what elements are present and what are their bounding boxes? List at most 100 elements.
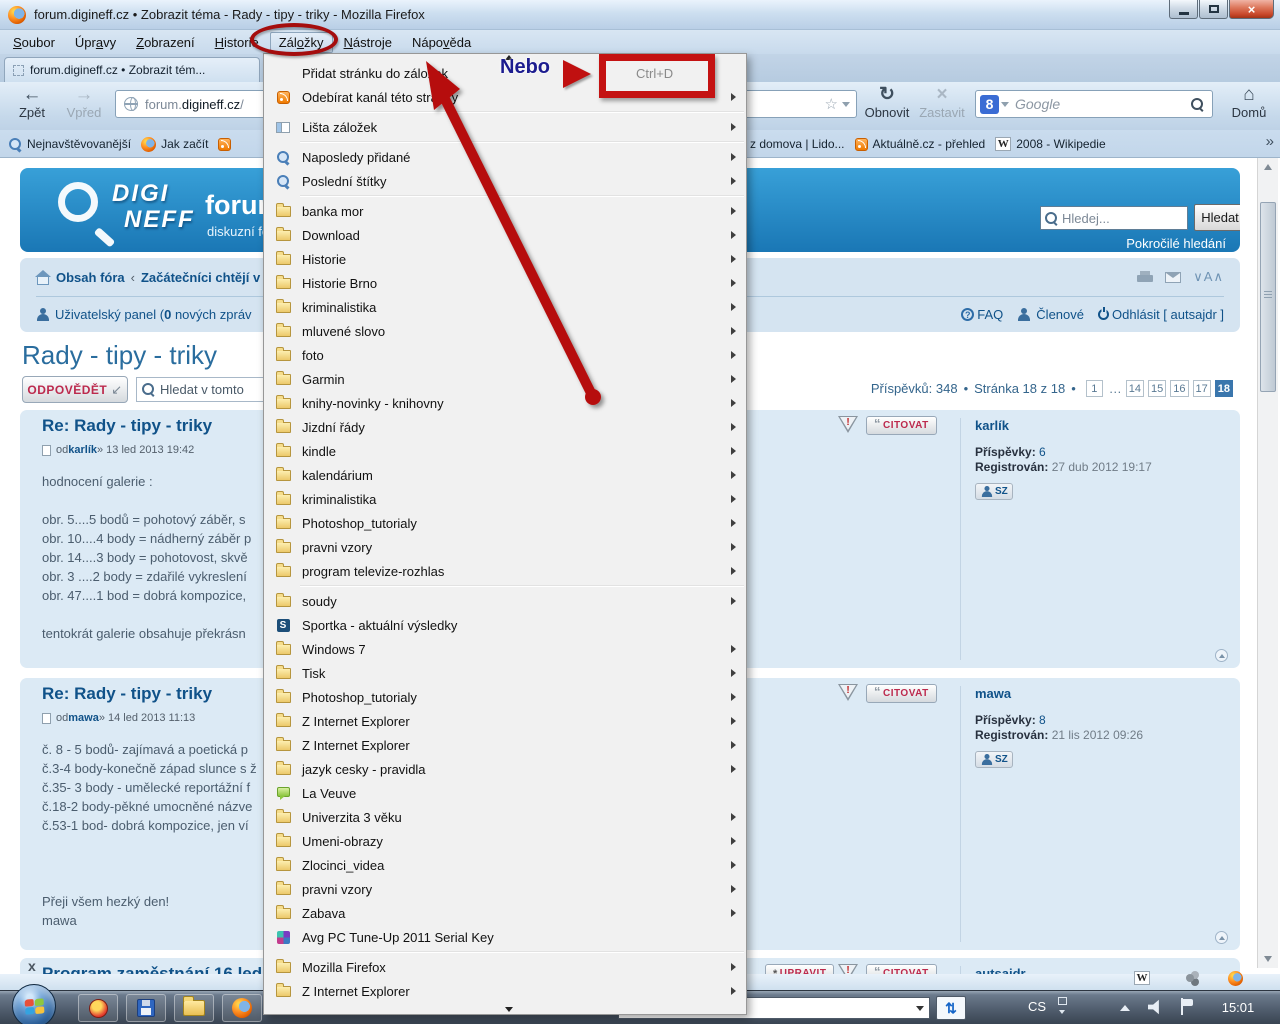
report-warning-icon[interactable]: ! [838,684,858,701]
font-size-widget[interactable]: ∨A∧ [1193,269,1224,285]
faq-link[interactable]: ?FAQ [961,307,1003,322]
minimize-button[interactable] [1169,0,1198,19]
taskbar-clock[interactable]: 15:01 [1206,1000,1270,1015]
menu-item[interactable]: Historie Brno [264,271,746,295]
menu-item[interactable]: Zabava [264,901,746,925]
menubar-item-5[interactable]: Nástroje [335,32,401,53]
breadcrumb-root-link[interactable]: Obsah fóra [56,270,125,285]
reply-button[interactable]: ODPOVĚDĚT↙ [22,376,128,403]
taskbar-explorer-button[interactable] [174,994,214,1022]
email-icon[interactable] [1165,272,1181,283]
breadcrumb-section-link[interactable]: Začátečníci chtějí v [141,270,260,285]
taskbar-firefox-button[interactable] [222,994,262,1022]
action-center-flag-icon[interactable] [1180,998,1194,1015]
translate-button[interactable]: ⇅ [936,996,966,1020]
menu-item[interactable]: Lišta záložek [264,115,746,139]
menu-item[interactable]: jazyk cesky - pravidla [264,757,746,781]
menu-item[interactable]: foto [264,343,746,367]
bookmark-toolbar-item[interactable]: Nejnavštěvovanější [8,137,131,151]
menubar-item-0[interactable]: Soubor [4,32,64,53]
print-icon[interactable] [1137,271,1153,284]
menu-item[interactable]: Tisk [264,661,746,685]
bookmark-toolbar-item[interactable] [218,138,236,151]
taskbar-media-app-button[interactable] [78,994,118,1022]
user-panel-link[interactable]: Uživatelský panel (0 nových zpráv [55,307,252,322]
bookmark-toolbar-item[interactable]: Jak začít [141,137,208,152]
menu-item[interactable]: kindle [264,439,746,463]
home-button[interactable]: ⌂ Domů [1224,85,1274,120]
menu-item[interactable]: Univerzita 3 věku [264,805,746,829]
menu-item[interactable]: banka mor [264,199,746,223]
advanced-search-link[interactable]: Pokročilé hledání [1126,236,1226,251]
small-close-icon[interactable]: x [28,958,36,974]
scrollbar-thumb[interactable] [1260,202,1276,392]
post-author-link[interactable]: mawa [68,712,99,724]
keyboard-layout-icon[interactable] [1058,997,1067,1005]
menu-item[interactable]: pravni vzory [264,877,746,901]
menu-item[interactable]: Z Internet Explorer [264,733,746,757]
web-search-box[interactable]: 8 [975,90,1213,118]
report-warning-icon[interactable]: ! [838,416,858,433]
window-titlebar[interactable]: forum.digineff.cz • Zobrazit téma - Rady… [0,0,1280,30]
private-message-button[interactable]: SZ [975,483,1013,500]
menu-item[interactable]: Photoshop_tutorialy [264,511,746,535]
menu-item[interactable]: kalendárium [264,463,746,487]
menu-item[interactable]: Z Internet Explorer [264,709,746,733]
menu-item[interactable]: Umeni-obrazy [264,829,746,853]
menubar-item-6[interactable]: Nápověda [403,32,480,53]
forum-search-input[interactable] [1058,210,1168,227]
bookmarks-overflow-chevron[interactable]: » [1266,133,1274,150]
menu-item[interactable]: Download [264,223,746,247]
scroll-to-top-icon[interactable] [1215,649,1228,662]
menu-item[interactable]: mluvené slovo [264,319,746,343]
profile-username[interactable]: mawa [975,686,1143,701]
page-number-16[interactable]: 16 [1170,380,1188,397]
menu-item[interactable]: kriminalistika [264,487,746,511]
language-indicator[interactable]: CS [1028,999,1046,1014]
forum-search-button[interactable]: Hledat [1194,204,1240,231]
stop-button[interactable]: × Zastavit [915,85,969,120]
menu-item[interactable]: Naposledy přidané [264,145,746,169]
post-author-link[interactable]: karlík [68,444,97,456]
menu-item[interactable]: Z Internet Explorer [264,979,746,1003]
bookmark-toolbar-item[interactable]: W2008 - Wikipedie [995,137,1105,151]
search-engine-icon[interactable]: 8 [980,95,999,114]
bookmark-toolbar-item[interactable]: z domova | Lido... [750,137,845,151]
urlbar-dropdown-icon[interactable] [842,102,850,107]
menu-item[interactable]: kriminalistika [264,295,746,319]
forum-search-box[interactable] [1040,206,1188,230]
close-button[interactable]: × [1229,0,1274,19]
menu-item[interactable]: Mozilla Firefox [264,955,746,979]
menu-item[interactable]: Garmin [264,367,746,391]
citovat-button[interactable]: “CITOVAT [866,416,937,435]
volume-icon[interactable] [1148,999,1164,1015]
logout-link[interactable]: Odhlásit [ autsajdr ] [1098,307,1224,322]
menu-item[interactable]: Poslední štítky [264,169,746,193]
menu-item[interactable]: pravni vzory [264,535,746,559]
combobox-dropdown-icon[interactable] [916,1006,924,1011]
menubar-item-1[interactable]: Úpravy [66,32,125,53]
page-number-17[interactable]: 17 [1193,380,1211,397]
page-scrollbar[interactable] [1257,158,1278,968]
page-number-15[interactable]: 15 [1148,380,1166,397]
back-button[interactable]: ← Zpět [10,85,54,120]
menu-item[interactable]: Avg PC Tune-Up 2011 Serial Key [264,925,746,949]
start-button[interactable] [12,984,56,1024]
language-dropdown-icon[interactable] [1059,1010,1065,1014]
bookmark-toolbar-item[interactable]: Aktuálně.cz - přehled [855,137,986,151]
bookmark-star-icon[interactable]: ☆ [825,95,838,113]
menu-item[interactable]: soudy [264,589,746,613]
menu-item[interactable]: Windows 7 [264,637,746,661]
scroll-up-icon[interactable] [1261,160,1275,174]
firefox-tray-icon[interactable] [1228,971,1243,986]
menu-item[interactable]: knihy-novinky - knihovny [264,391,746,415]
private-message-button[interactable]: SZ [975,751,1013,768]
tray-app-icon[interactable] [1186,974,1194,982]
menubar-item-2[interactable]: Zobrazení [127,32,204,53]
search-engine-dropdown-icon[interactable] [1001,102,1009,107]
menu-item[interactable]: Zlocinci_videa [264,853,746,877]
page-number-1[interactable]: 1 [1086,380,1103,397]
browser-tab[interactable]: forum.digineff.cz • Zobrazit tém... [4,57,260,82]
page-number-14[interactable]: 14 [1126,380,1144,397]
menu-item[interactable]: Photoshop_tutorialy [264,685,746,709]
